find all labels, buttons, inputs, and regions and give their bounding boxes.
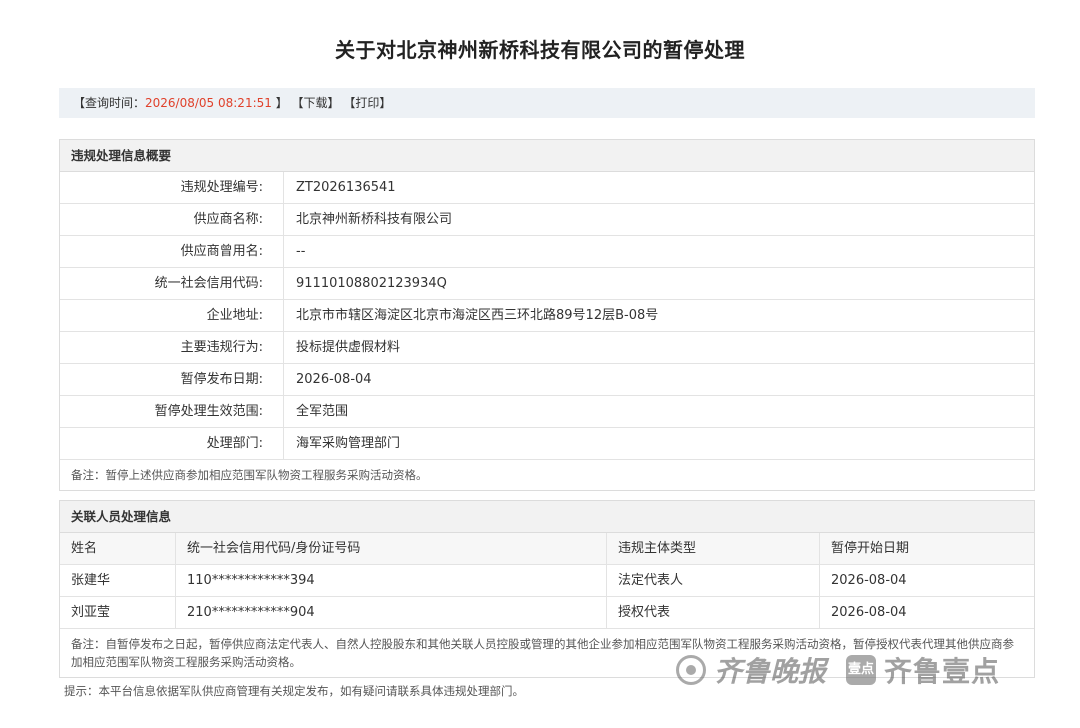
query-time-label: 【查询时间： bbox=[73, 96, 146, 110]
table-cell: 授权代表 bbox=[607, 597, 820, 628]
page-title: 关于对北京神州新桥科技有限公司的暂停处理 bbox=[335, 38, 745, 62]
field-value: 北京神州新桥科技有限公司 bbox=[296, 212, 453, 227]
summary-row: 统一社会信用代码: 91110108802123934Q bbox=[60, 268, 1034, 300]
field-label: 主要违规行为: bbox=[60, 332, 284, 363]
field-value: 海军采购管理部门 bbox=[296, 436, 401, 451]
table-cell: 110************394 bbox=[176, 565, 607, 596]
watermark-app-name: 齐鲁壹点 bbox=[884, 655, 1001, 688]
field-label: 供应商名称: bbox=[60, 204, 284, 235]
table-row: 刘亚莹 210************904 授权代表 2026-08-04 bbox=[60, 597, 1034, 629]
summary-row: 供应商名称: 北京神州新桥科技有限公司 bbox=[60, 204, 1034, 236]
summary-heading: 违规处理信息概要 bbox=[60, 140, 1034, 172]
query-time-value: 2026/08/05 08:21:51 bbox=[145, 96, 272, 110]
field-label: 暂停发布日期: bbox=[60, 364, 284, 395]
table-cell: 210************904 bbox=[176, 597, 607, 628]
summary-row: 供应商曾用名: -- bbox=[60, 236, 1034, 268]
field-value: 全军范围 bbox=[296, 404, 349, 419]
field-label: 企业地址: bbox=[60, 300, 284, 331]
table-cell: 法定代表人 bbox=[607, 565, 820, 596]
query-bar: 【查询时间：2026/08/05 08:21:51 】 【下载】 【打印】 bbox=[59, 88, 1035, 118]
field-value: ZT2026136541 bbox=[296, 180, 396, 195]
summary-note: 备注：暂停上述供应商参加相应范围军队物资工程服务采购活动资格。 bbox=[71, 468, 428, 482]
table-cell: 2026-08-04 bbox=[831, 605, 907, 620]
summary-panel: 违规处理信息概要 违规处理编号: ZT2026136541 供应商名称: 北京神州新… bbox=[59, 139, 1035, 491]
summary-row: 暂停处理生效范围: 全军范围 bbox=[60, 396, 1034, 428]
field-value: 91110108802123934Q bbox=[296, 276, 447, 291]
watermark-badge-icon: 壹点 bbox=[846, 655, 877, 685]
field-label: 处理部门: bbox=[60, 428, 284, 459]
field-value: 投标提供虚假材料 bbox=[296, 340, 401, 355]
column-header: 姓名 bbox=[60, 533, 176, 564]
column-header: 暂停开始日期 bbox=[831, 541, 910, 556]
column-header: 统一社会信用代码/身份证号码 bbox=[176, 533, 607, 564]
summary-row: 违规处理编号: ZT2026136541 bbox=[60, 172, 1034, 204]
print-link[interactable]: 【打印】 bbox=[343, 96, 391, 110]
table-cell: 刘亚莹 bbox=[60, 597, 176, 628]
table-cell: 张建华 bbox=[60, 565, 176, 596]
field-value: 2026-08-04 bbox=[296, 372, 372, 387]
newspaper-logo-icon bbox=[676, 655, 706, 685]
field-value: -- bbox=[296, 244, 306, 259]
download-link[interactable]: 【下载】 bbox=[292, 96, 340, 110]
column-header: 违规主体类型 bbox=[607, 533, 820, 564]
table-header: 姓名 统一社会信用代码/身份证号码 违规主体类型 暂停开始日期 bbox=[60, 533, 1034, 565]
query-time-suffix: 】 bbox=[271, 96, 288, 110]
field-value: 北京市市辖区海淀区北京市海淀区西三环北路89号12层B-08号 bbox=[296, 308, 659, 323]
summary-row: 处理部门: 海军采购管理部门 bbox=[60, 428, 1034, 460]
summary-row: 主要违规行为: 投标提供虚假材料 bbox=[60, 332, 1034, 364]
field-label: 统一社会信用代码: bbox=[60, 268, 284, 299]
table-row: 张建华 110************394 法定代表人 2026-08-04 bbox=[60, 565, 1034, 597]
watermark: 齐鲁晚报 壹点 齐鲁壹点 bbox=[676, 650, 1000, 690]
field-label: 暂停处理生效范围: bbox=[60, 396, 284, 427]
table-cell: 2026-08-04 bbox=[831, 573, 907, 588]
summary-row: 企业地址: 北京市市辖区海淀区北京市海淀区西三环北路89号12层B-08号 bbox=[60, 300, 1034, 332]
summary-row: 暂停发布日期: 2026-08-04 bbox=[60, 364, 1034, 396]
footer-tip: 提示：本平台信息依据军队供应商管理有关规定发布，如有疑问请联系具体违规处理部门。 bbox=[64, 684, 524, 698]
related-heading: 关联人员处理信息 bbox=[60, 501, 1034, 533]
field-label: 违规处理编号: bbox=[60, 172, 284, 203]
field-label: 供应商曾用名: bbox=[60, 236, 284, 267]
watermark-newspaper-name: 齐鲁晚报 bbox=[714, 655, 827, 688]
